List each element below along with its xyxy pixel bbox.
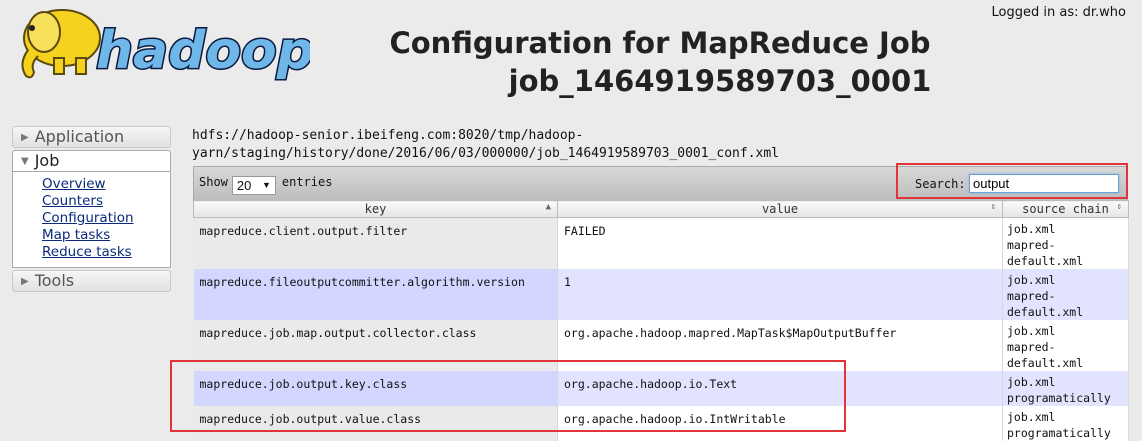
cell-value: org.apache.hadoop.mapred.MapTask$MapOutp… xyxy=(557,320,1003,371)
column-header-source-chain[interactable]: source chain ⇕ xyxy=(1002,200,1129,218)
source-item: programatically xyxy=(1007,426,1111,440)
triangle-right-icon: ▶ xyxy=(21,132,29,143)
entries-label: entries xyxy=(281,175,333,189)
dropdown-arrow-icon: ▼ xyxy=(261,180,271,190)
source-item: mapred- xyxy=(1007,340,1056,354)
cell-value: FAILED xyxy=(557,217,1003,269)
show-label: Show xyxy=(199,175,228,189)
sort-both-icon: ⇕ xyxy=(990,202,996,212)
table-row: mapreduce.fileoutputcommitter.algorithm.… xyxy=(193,269,1129,320)
cell-value: org.apache.hadoop.io.Text xyxy=(557,371,1003,406)
entries-select[interactable]: 20 ▼ xyxy=(231,176,276,195)
sort-asc-icon: ▲ xyxy=(545,202,551,212)
source-item: default.xml xyxy=(1007,356,1084,370)
conf-file-path: hdfs://hadoop-senior.ibeifeng.com:8020/t… xyxy=(192,127,892,163)
nav-link-overview[interactable]: Overview xyxy=(42,176,170,193)
search-input[interactable] xyxy=(969,174,1119,193)
source-item: job.xml xyxy=(1007,410,1056,424)
nav-link-map-tasks[interactable]: Map tasks xyxy=(42,227,170,244)
nav-application-label: Application xyxy=(34,127,125,146)
cell-key: mapreduce.client.output.filter xyxy=(193,217,558,269)
logged-in-text: Logged in as: dr.who xyxy=(991,5,1126,20)
nav-application-header[interactable]: ▶ Application xyxy=(12,126,171,148)
table-row: mapreduce.job.output.key.class org.apach… xyxy=(193,371,1129,406)
conf-path-line2: yarn/staging/history/done/2016/06/03/000… xyxy=(192,146,779,161)
cell-value: 1 xyxy=(557,269,1003,320)
nav-tools-label: Tools xyxy=(34,271,75,290)
table-row: mapreduce.job.output.value.class org.apa… xyxy=(193,406,1129,441)
nav-job-header[interactable]: ▼ Job xyxy=(12,150,171,172)
source-item: mapred- xyxy=(1007,289,1056,303)
source-item: programatically xyxy=(1007,391,1111,405)
source-item: job.xml xyxy=(1007,324,1056,338)
entries-length-control: Show 20 ▼ entries xyxy=(199,175,332,195)
nav-link-reduce-tasks[interactable]: Reduce tasks xyxy=(42,244,170,261)
nav-tools-header[interactable]: ▶ Tools xyxy=(12,270,171,292)
elephant-logo-icon: hadoop xyxy=(21,9,316,83)
page-title-line1: Configuration for MapReduce Job xyxy=(389,26,931,60)
column-header-key[interactable]: key ▲ xyxy=(193,200,558,218)
svg-text:hadoop: hadoop xyxy=(96,21,310,81)
triangle-down-icon: ▼ xyxy=(21,156,29,167)
cell-source-chain: job.xml mapred-default.xml xyxy=(1002,269,1129,320)
configuration-table: key ▲ value ⇕ source chain ⇕ mapreduce.clie… xyxy=(193,200,1129,441)
nav-link-counters[interactable]: Counters xyxy=(42,193,170,210)
column-header-value[interactable]: value ⇕ xyxy=(557,200,1003,218)
source-item: mapred- xyxy=(1007,238,1056,252)
cell-value: org.apache.hadoop.io.IntWritable xyxy=(557,406,1003,441)
nav-link-configuration[interactable]: Configuration xyxy=(42,210,170,227)
cell-key: mapreduce.job.output.value.class xyxy=(193,406,558,441)
triangle-right-icon: ▶ xyxy=(21,276,29,287)
cell-source-chain: job.xml programatically xyxy=(1002,371,1129,406)
hadoop-logo: hadoop xyxy=(10,4,316,90)
search-label: Search: xyxy=(915,177,966,191)
source-item: job.xml xyxy=(1007,222,1056,236)
page-title: Configuration for MapReduce Job job_1464… xyxy=(300,24,1020,100)
column-source-label: source chain xyxy=(1022,202,1109,216)
cell-key: mapreduce.job.output.key.class xyxy=(193,371,558,406)
table-toolbar: Show 20 ▼ entries Search: xyxy=(193,166,1128,200)
source-item: job.xml xyxy=(1007,375,1056,389)
cell-key: mapreduce.fileoutputcommitter.algorithm.… xyxy=(193,269,558,320)
page-title-job-id: job_1464919589703_0001 xyxy=(508,64,932,98)
source-item: job.xml xyxy=(1007,273,1056,287)
cell-source-chain: job.xml programatically xyxy=(1002,406,1129,441)
cell-key: mapreduce.job.map.output.collector.class xyxy=(193,320,558,371)
sort-both-icon: ⇕ xyxy=(1116,202,1122,212)
cell-source-chain: job.xml mapred-default.xml xyxy=(1002,320,1129,371)
column-key-label: key xyxy=(364,202,387,216)
conf-path-line1: hdfs://hadoop-senior.ibeifeng.com:8020/t… xyxy=(192,128,584,143)
sidebar-nav: ▶ Application ▼ Job Overview Counters Conf… xyxy=(12,126,171,294)
table-row: mapreduce.job.map.output.collector.class… xyxy=(193,320,1129,371)
source-item: default.xml xyxy=(1007,254,1084,268)
nav-job-label: Job xyxy=(34,151,60,170)
nav-job-links: Overview Counters Configuration Map task… xyxy=(12,172,171,268)
table-row: mapreduce.client.output.filter FAILED jo… xyxy=(193,217,1129,269)
cell-source-chain: job.xml mapred-default.xml xyxy=(1002,217,1129,269)
entries-select-value: 20 xyxy=(236,178,252,193)
source-item: default.xml xyxy=(1007,305,1084,319)
column-value-label: value xyxy=(761,202,799,216)
